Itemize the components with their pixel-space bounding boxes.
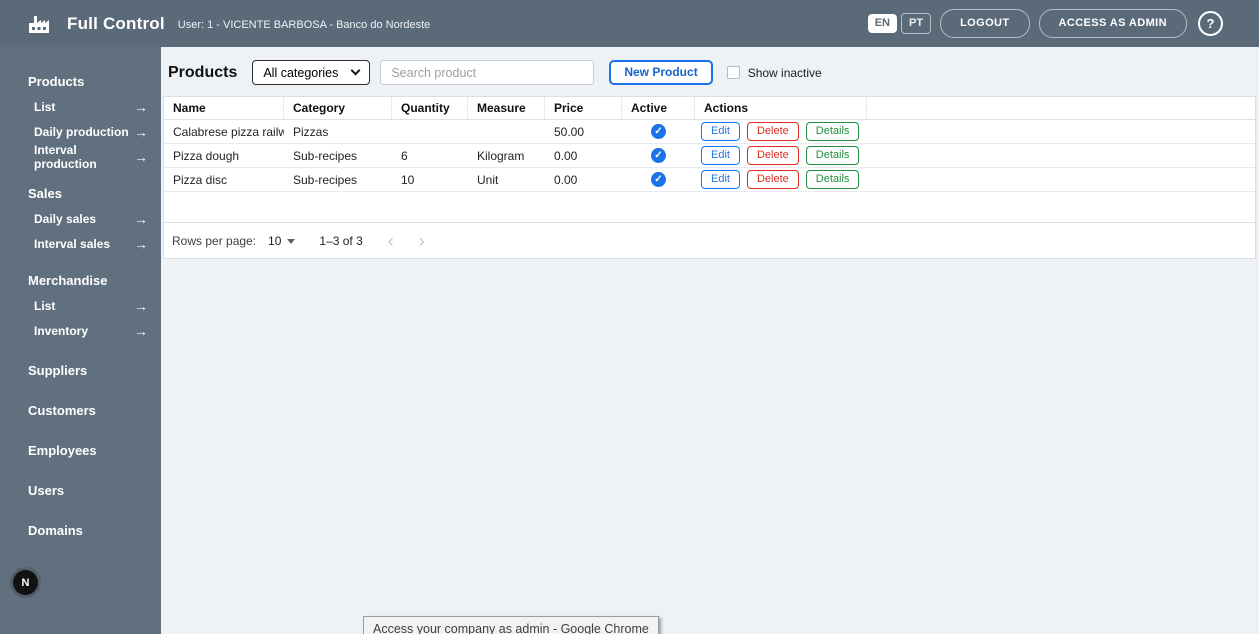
cell-actions: Edit Delete Details xyxy=(695,146,867,165)
column-header-category: Category xyxy=(284,97,392,119)
sidebar-item-products-list[interactable]: List → xyxy=(0,94,161,119)
cell-price: 0.00 xyxy=(554,148,578,163)
page-title: Products xyxy=(168,63,238,81)
app-title: Full Control xyxy=(67,13,165,33)
sidebar-item-interval-production[interactable]: Interval production → xyxy=(0,143,161,171)
column-header-filler xyxy=(867,97,1255,119)
taskbar-tooltip: Access your company as admin - Google Ch… xyxy=(363,616,659,634)
cell-actions: Edit Delete Details xyxy=(695,170,867,189)
cell-category: Sub-recipes xyxy=(293,172,358,187)
sidebar-item-domains[interactable]: Domains xyxy=(0,518,161,543)
cell-active: ✓ xyxy=(622,124,695,139)
cell-active: ✓ xyxy=(622,172,695,187)
table-row: Calabrese pizza railway Pizzas 50.00 ✓ E… xyxy=(164,120,1255,144)
caret-down-icon xyxy=(287,238,296,244)
sidebar-section-merchandise[interactable]: Merchandise xyxy=(0,268,161,293)
sidebar-item-daily-sales[interactable]: Daily sales → xyxy=(0,206,161,231)
chevron-down-icon xyxy=(350,65,361,76)
arrow-right-icon: → xyxy=(134,210,148,227)
show-inactive-toggle[interactable]: Show inactive xyxy=(726,65,822,80)
active-check-icon: ✓ xyxy=(651,172,666,187)
column-header-quantity: Quantity xyxy=(392,97,468,119)
user-info: User: 1 - VICENTE BARBOSA - Banco do Nor… xyxy=(177,18,431,31)
logout-button[interactable]: LOGOUT xyxy=(940,9,1030,38)
delete-button[interactable]: Delete xyxy=(746,170,799,189)
language-pt-button[interactable]: PT xyxy=(901,13,932,34)
sidebar-item-employees[interactable]: Employees xyxy=(0,438,161,463)
cell-name: Calabrese pizza railway xyxy=(173,124,284,139)
sidebar-item-users[interactable]: Users xyxy=(0,478,161,503)
column-header-actions: Actions xyxy=(695,97,867,119)
cell-name: Pizza disc xyxy=(173,172,228,187)
sidebar-item-daily-production[interactable]: Daily production → xyxy=(0,119,161,144)
help-icon[interactable]: ? xyxy=(1198,11,1223,36)
table-header-row: Name Category Quantity Measure Price Act… xyxy=(164,97,1255,120)
main-content: Products All categories New Product Show… xyxy=(161,47,1259,634)
category-select-value: All categories xyxy=(263,65,339,80)
column-header-name: Name xyxy=(164,97,284,119)
cell-price: 50.00 xyxy=(554,124,585,139)
edit-button[interactable]: Edit xyxy=(701,146,740,165)
factory-icon xyxy=(27,13,53,34)
cell-quantity: 10 xyxy=(401,172,415,187)
search-input[interactable] xyxy=(380,60,595,85)
details-button[interactable]: Details xyxy=(805,170,860,189)
cell-category: Pizzas xyxy=(293,124,329,139)
sidebar-item-interval-sales[interactable]: Interval sales → xyxy=(0,231,161,256)
column-header-measure: Measure xyxy=(468,97,545,119)
cell-actions: Edit Delete Details xyxy=(695,122,867,141)
header-actions: EN PT LOGOUT ACCESS AS ADMIN ? xyxy=(867,9,1223,38)
delete-button[interactable]: Delete xyxy=(746,146,799,165)
new-product-button[interactable]: New Product xyxy=(609,60,713,85)
app-header: Full Control User: 1 - VICENTE BARBOSA -… xyxy=(0,0,1259,47)
details-button[interactable]: Details xyxy=(805,122,860,141)
arrow-right-icon: → xyxy=(134,123,148,140)
details-button[interactable]: Details xyxy=(805,146,860,165)
category-select[interactable]: All categories xyxy=(252,60,371,85)
products-toolbar: Products All categories New Product Show… xyxy=(168,60,822,85)
edit-button[interactable]: Edit xyxy=(701,170,740,189)
cell-price: 0.00 xyxy=(554,172,578,187)
show-inactive-checkbox[interactable] xyxy=(726,66,740,79)
column-header-price: Price xyxy=(545,97,622,119)
cell-active: ✓ xyxy=(622,148,695,163)
sidebar-item-merchandise-list[interactable]: List → xyxy=(0,293,161,318)
arrow-right-icon: → xyxy=(134,235,148,252)
access-as-admin-button[interactable]: ACCESS AS ADMIN xyxy=(1038,9,1187,38)
previous-page-icon[interactable]: ‹ xyxy=(388,232,394,250)
show-inactive-label: Show inactive xyxy=(747,65,822,80)
cell-quantity: 6 xyxy=(401,148,408,163)
table-row: Pizza dough Sub-recipes 6 Kilogram 0.00 … xyxy=(164,144,1255,168)
rows-per-page-select[interactable]: 10 xyxy=(268,234,296,248)
rows-per-page-label: Rows per page: xyxy=(172,233,257,248)
sidebar-section-products[interactable]: Products xyxy=(0,69,161,94)
next-page-icon[interactable]: › xyxy=(419,232,425,250)
arrow-right-icon: → xyxy=(134,297,148,314)
language-en-button[interactable]: EN xyxy=(867,14,897,33)
arrow-right-icon: → xyxy=(134,148,148,165)
cell-name: Pizza dough xyxy=(173,148,240,163)
table-empty-space xyxy=(164,192,1255,222)
table-row: Pizza disc Sub-recipes 10 Unit 0.00 ✓ Ed… xyxy=(164,168,1255,192)
edit-button[interactable]: Edit xyxy=(701,122,740,141)
products-table: Name Category Quantity Measure Price Act… xyxy=(163,96,1256,259)
column-header-active: Active xyxy=(622,97,695,119)
cell-measure: Kilogram xyxy=(477,148,525,163)
cell-measure: Unit xyxy=(477,172,499,187)
notification-avatar-button[interactable]: N xyxy=(13,570,38,595)
sidebar: Products List → Daily production → Inter… xyxy=(0,47,161,634)
active-check-icon: ✓ xyxy=(651,124,666,139)
arrow-right-icon: → xyxy=(134,98,148,115)
table-pagination: Rows per page: 10 1–3 of 3 ‹ › xyxy=(164,222,1255,258)
sidebar-item-suppliers[interactable]: Suppliers xyxy=(0,358,161,383)
delete-button[interactable]: Delete xyxy=(746,122,799,141)
sidebar-section-sales[interactable]: Sales xyxy=(0,181,161,206)
cell-category: Sub-recipes xyxy=(293,148,358,163)
sidebar-item-customers[interactable]: Customers xyxy=(0,398,161,423)
arrow-right-icon: → xyxy=(134,322,148,339)
sidebar-item-inventory[interactable]: Inventory → xyxy=(0,318,161,343)
pagination-range: 1–3 of 3 xyxy=(319,233,363,248)
active-check-icon: ✓ xyxy=(651,148,666,163)
